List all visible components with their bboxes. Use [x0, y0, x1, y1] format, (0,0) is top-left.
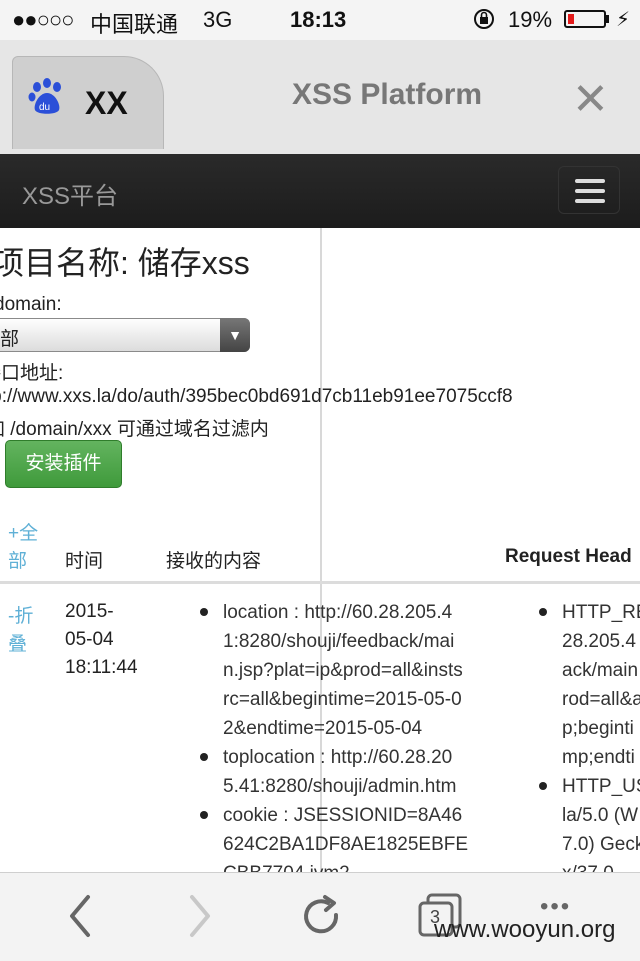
list-item-http-user-agent: HTTP_US la/5.0 (W 7.0) Geck x/37.0 — [562, 772, 640, 872]
list-item-line: la/5.0 (W — [562, 805, 639, 826]
battery-tip — [606, 15, 609, 23]
list-item-line: mp;endti — [562, 747, 635, 768]
list-item-line: rod=all&a — [562, 689, 640, 710]
network-type: 3G — [203, 7, 233, 32]
page-title: XSS Platform — [292, 78, 483, 111]
bullet — [200, 811, 208, 819]
forward-icon[interactable] — [184, 893, 216, 939]
dropdown-arrow-icon: ▼ — [220, 318, 250, 352]
time-column-header: 时间 — [65, 551, 104, 572]
list-item-line: n.jsp?plat=ip&prod=all&insts — [223, 660, 463, 681]
list-item-line: 624C2BA1DF8AE1825EBFE — [223, 834, 469, 855]
domain-filter-hint: 加 /domain/xxx 可通过域名过滤内 — [0, 419, 269, 440]
site-navbar: XSS平台 — [0, 154, 640, 228]
list-item-toplocation: toplocation : http://60.28.20 5.41:8280/… — [223, 743, 456, 801]
list-item-cookie: cookie : JSESSIONID=8A46 624C2BA1DF8AE18… — [223, 801, 468, 872]
battery-icon — [564, 10, 606, 28]
status-bar: ●●○○○ 中国联通 3G 18:13 19% ⚡ — [0, 0, 640, 40]
list-item-location: location : http://60.28.205.4 1:8280/sho… — [223, 598, 463, 743]
request-headers-column-header: Request Head — [505, 546, 632, 567]
list-item-line: toplocation : http://60.28.20 — [223, 747, 453, 768]
battery-level — [568, 14, 574, 24]
project-title-value: 储存xss — [137, 245, 250, 281]
main-content: 项目名称: 储存xss domain: 全部 ▼ 接口地址: http://ww… — [0, 228, 640, 872]
hamburger-icon-bar — [575, 189, 605, 193]
list-item-http-referer: HTTP_RE 28.205.4 ack/main rod=all&a p;be… — [562, 598, 640, 772]
list-item-line: HTTP_US — [562, 776, 640, 797]
list-item-line: HTTP_RE — [562, 602, 640, 623]
rotation-lock-icon — [472, 7, 496, 37]
bullet — [200, 608, 208, 616]
hamburger-icon-bar — [575, 179, 605, 183]
expand-all-link-line1[interactable]: +全 — [8, 518, 38, 545]
row-time-line1: 2015- — [65, 601, 114, 622]
list-item-line: rc=all&begintime=2015-05-0 — [223, 689, 462, 710]
install-plugin-button[interactable]: 安装插件 — [5, 440, 122, 488]
row-time-line2: 05-04 — [65, 629, 114, 650]
browser-tab-bar: du XX XSS Platform ✕ — [0, 40, 640, 154]
list-item-line: ack/main — [562, 660, 639, 681]
domain-select[interactable]: 全部 ▼ — [0, 318, 250, 352]
carrier-name: 中国联通 — [90, 12, 179, 37]
bullet — [200, 753, 208, 761]
charging-icon: ⚡ — [616, 9, 631, 31]
clock: 18:13 — [290, 7, 347, 32]
browser-tab[interactable]: du XX — [12, 56, 164, 149]
list-item-line: 5.41:8280/shouji/admin.htm — [223, 776, 457, 797]
expand-all-link-line2[interactable]: 部 — [8, 546, 27, 573]
list-item-line: location : http://60.28.205.4 — [223, 602, 453, 623]
list-item-line: p;beginti — [562, 718, 634, 739]
watermark: www.wooyun.org — [434, 916, 616, 943]
project-title-label: 项目名称: — [0, 245, 129, 281]
interface-label: 接口地址: — [0, 363, 64, 384]
project-title: 项目名称: 储存xss — [0, 238, 250, 284]
tab-label: XX — [85, 85, 128, 121]
svg-text:du: du — [39, 102, 50, 113]
baidu-logo-icon: du — [28, 78, 61, 114]
list-item-line: 7.0) Geck — [562, 834, 640, 855]
close-tab-icon[interactable]: ✕ — [572, 78, 609, 122]
site-brand[interactable]: XSS平台 — [22, 176, 118, 211]
collapse-link-line1[interactable]: -折 — [8, 601, 33, 628]
collapse-link-line2[interactable]: 叠 — [8, 629, 27, 656]
content-column-header: 接收的内容 — [166, 551, 262, 572]
list-item-line: x/37.0 — [562, 859, 640, 872]
list-item-line: cookie : JSESSIONID=8A46 — [223, 805, 463, 826]
signal-strength: ●●○○○ — [12, 7, 74, 32]
domain-select-value: 全部 — [0, 329, 20, 350]
battery-percent: 19% — [508, 7, 553, 32]
list-item-line: 2&endtime=2015-05-04 — [223, 718, 423, 739]
reload-icon[interactable] — [298, 893, 346, 941]
bullet — [539, 782, 547, 790]
list-item-line: 1:8280/shouji/feedback/mai — [223, 631, 455, 652]
interface-url: http://www.xxs.la/do/auth/395bec0bd691d7… — [0, 386, 513, 407]
list-item-line: CBB7704.jvm2 — [223, 859, 468, 872]
menu-toggle-button[interactable] — [558, 166, 620, 214]
table-header-divider — [0, 581, 640, 584]
back-icon[interactable] — [64, 893, 96, 939]
bullet — [539, 608, 547, 616]
row-time-line3: 18:11:44 — [65, 657, 138, 678]
hamburger-icon-bar — [575, 199, 605, 203]
list-item-line: 28.205.4 — [562, 631, 636, 652]
domain-label: domain: — [0, 294, 62, 315]
